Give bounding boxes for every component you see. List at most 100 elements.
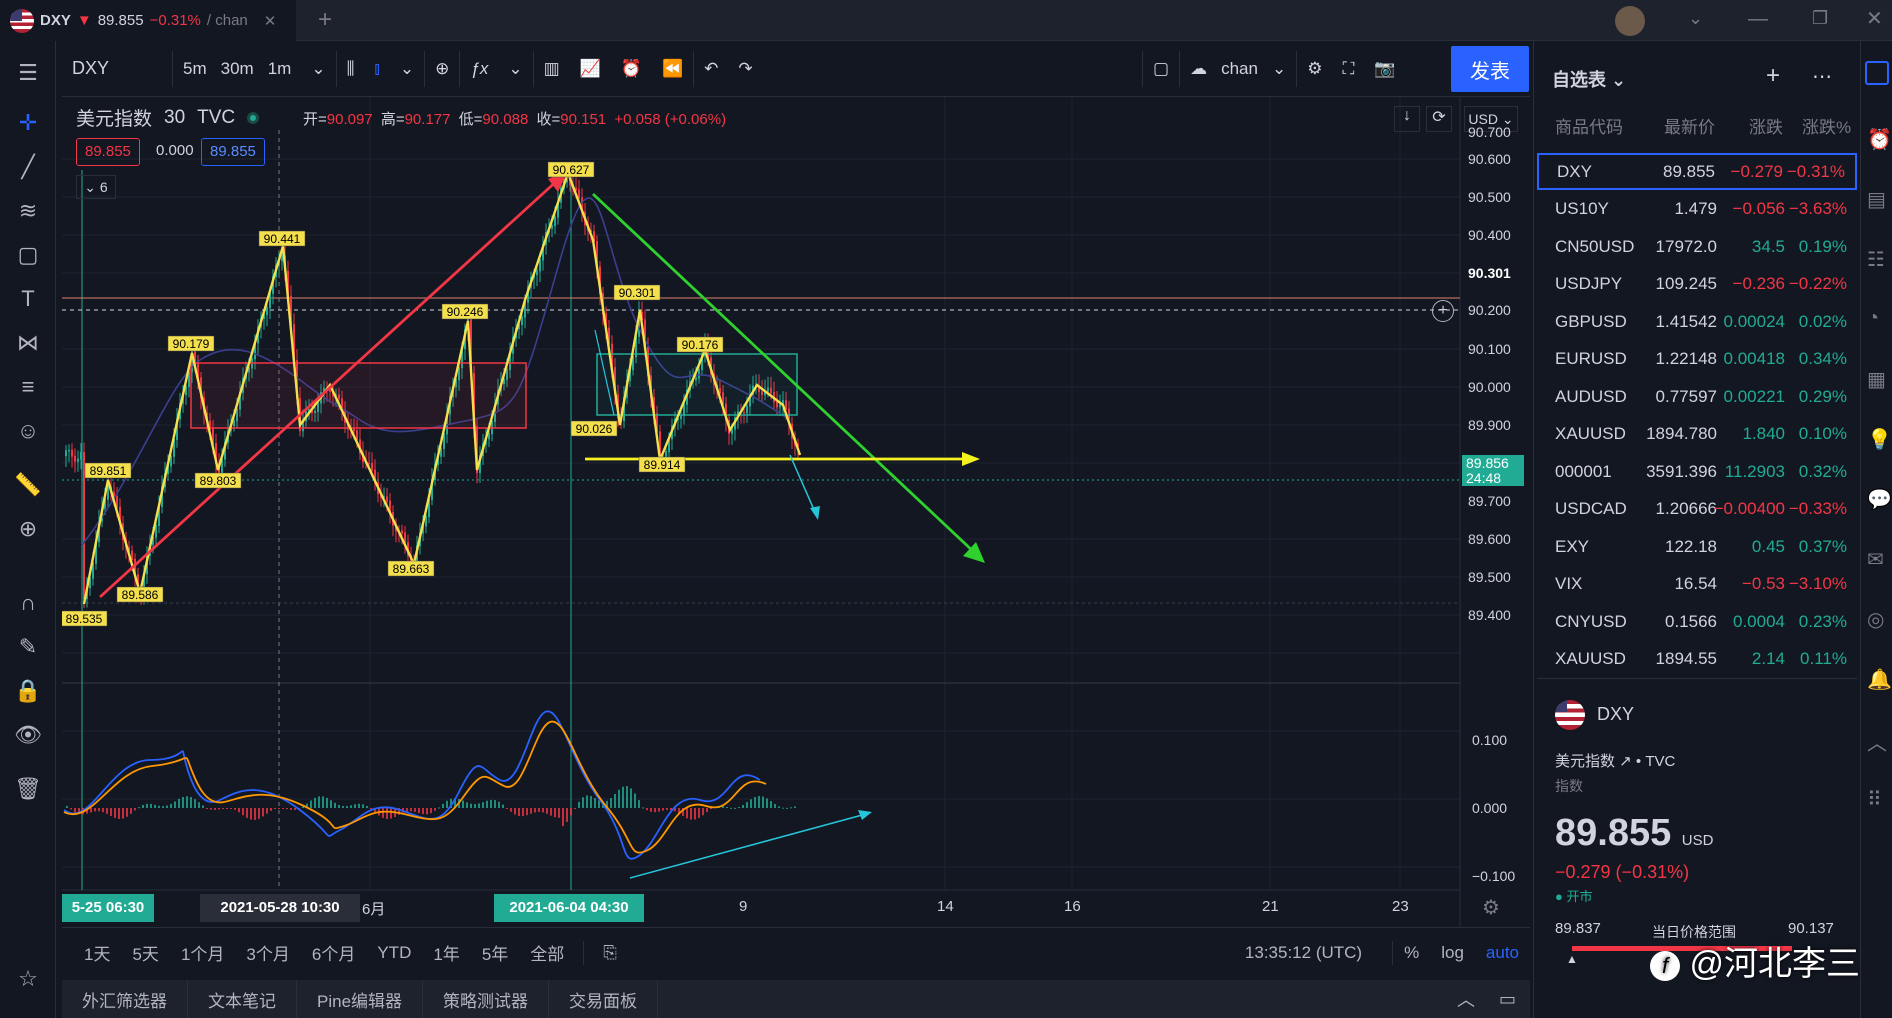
range-5y[interactable]: 5年 [471, 940, 519, 965]
sell-price[interactable]: 89.855 [76, 138, 140, 166]
chart-tab[interactable]: DXY ▼ 89.855 −0.31% / chan ✕ [0, 0, 296, 41]
watchlist-title[interactable]: 自选表 ⌄ [1552, 66, 1626, 92]
price-axis[interactable]: 90.700 90.600 90.500 90.400 90.301 90.200 90.1… [1462, 97, 1530, 927]
add-symbol-icon[interactable]: + [1766, 62, 1780, 90]
watchlist-row[interactable]: US10Y 1.479 −0.056 −3.63% [1537, 191, 1857, 228]
add-alert-icon[interactable]: + [1432, 300, 1454, 322]
alert-icon[interactable]: ⏰ [611, 41, 652, 97]
more-icon[interactable]: ⋯ [1812, 64, 1832, 89]
pattern-icon[interactable]: ⋈ [14, 329, 42, 357]
lightbulb-icon[interactable]: 💡 [1867, 427, 1892, 452]
refresh-icon[interactable]: ⟳ [1426, 106, 1452, 132]
indicators-icon[interactable]: ƒx [460, 41, 498, 97]
star-icon[interactable]: ☆ [14, 965, 42, 993]
hotlist-icon[interactable]: ☷ [1867, 247, 1885, 272]
settings-icon[interactable]: ⚙ [1297, 41, 1332, 97]
tab-strategy-tester[interactable]: 策略测试器 [423, 980, 550, 1018]
undo-icon[interactable]: ↶ [694, 41, 728, 97]
ideas-icon[interactable]: ▦ [1867, 367, 1886, 392]
minimize-icon[interactable]: — [1748, 8, 1768, 31]
collapse-icon[interactable]: ︿ [1867, 727, 1887, 756]
watchlist-row[interactable]: CNYUSD 0.1566 0.0004 0.23% [1537, 603, 1857, 640]
ruler-icon[interactable]: 📏 [14, 471, 42, 499]
range-6m[interactable]: 6个月 [301, 940, 366, 965]
magnet-icon[interactable]: ∩ [14, 589, 42, 617]
watchlist-row[interactable]: EXY 122.18 0.45 0.37% [1537, 528, 1857, 565]
tab-text-notes[interactable]: 文本笔记 [188, 980, 297, 1018]
emoji-icon[interactable]: ☺ [14, 417, 42, 445]
collapse-indicators[interactable]: ⌄ 6 [76, 175, 116, 199]
templates-icon[interactable]: 📈 [570, 41, 611, 97]
close-window-icon[interactable]: ✕ [1866, 6, 1883, 31]
watchlist-row[interactable]: AUDUSD 0.77597 0.00221 0.29% [1537, 378, 1857, 415]
watchlist-row[interactable]: DXY 89.855 −0.279 −0.31% [1537, 153, 1857, 190]
interval-5m[interactable]: 5m [173, 41, 217, 97]
download-icon[interactable]: ↓ [1394, 106, 1420, 132]
watchlist-row[interactable]: USDJPY 109.245 −0.236 −0.22% [1537, 266, 1857, 303]
chevron-down-icon[interactable]: ⌄ [1262, 41, 1296, 97]
crosshair-icon[interactable]: ✛ [14, 109, 42, 137]
restore-icon[interactable]: ❐ [1812, 8, 1828, 29]
watchlist-icon[interactable] [1865, 61, 1889, 85]
axis-settings-icon[interactable]: ⚙ [1482, 895, 1500, 920]
watchlist-row[interactable]: USDCAD 1.20666 −0.00400 −0.33% [1537, 491, 1857, 528]
snapshot-icon[interactable]: 📷 [1364, 41, 1405, 97]
calendar-icon[interactable]: ◔ [1867, 307, 1879, 330]
range-1m[interactable]: 1个月 [170, 940, 235, 965]
watchlist-row[interactable]: GBPUSD 1.41542 0.00024 0.02% [1537, 303, 1857, 340]
chevron-down-icon[interactable]: ⌄ [498, 41, 532, 97]
chevron-up-icon[interactable]: ︿ [1457, 986, 1499, 1012]
eye-icon[interactable]: 👁 [14, 721, 42, 749]
avatar[interactable] [1615, 6, 1645, 36]
trash-icon[interactable]: 🗑 [14, 775, 42, 803]
tab-trading-panel[interactable]: 交易面板 [549, 980, 659, 1018]
range-1d[interactable]: 1天 [62, 940, 121, 965]
chevron-down-icon[interactable]: ⌄ [1688, 8, 1703, 29]
redo-icon[interactable]: ↷ [728, 41, 762, 97]
text-icon[interactable]: T [14, 285, 42, 313]
goto-date-icon[interactable]: ⎘ [592, 943, 628, 963]
rectangle-icon[interactable]: ▢ [14, 241, 42, 269]
chat-icon[interactable]: 💬 [1867, 487, 1892, 512]
range-ytd[interactable]: YTD [366, 943, 422, 963]
tab-pine-editor[interactable]: Pine编辑器 [297, 980, 424, 1018]
range-5d[interactable]: 5天 [121, 940, 169, 965]
layout-icon[interactable]: ▢ [1143, 41, 1179, 97]
lock-icon[interactable]: 🔒 [14, 677, 42, 705]
data-window-icon[interactable]: ▤ [1867, 187, 1886, 212]
alerts-icon[interactable]: ⏰ [1867, 127, 1892, 152]
tab-forex-screener[interactable]: 外汇筛选器 [62, 980, 188, 1018]
prediction-icon[interactable]: ≡ [14, 373, 42, 401]
watchlist-row[interactable]: VIX 16.54 −0.53 −3.10% [1537, 566, 1857, 603]
pencil-lock-icon[interactable]: ✎ [14, 633, 42, 661]
interval-1m[interactable]: 1m [258, 41, 302, 97]
watchlist-row[interactable]: 000001 3591.396 11.2903 0.32% [1537, 453, 1857, 490]
watchlist-row[interactable]: XAUUSD 1894.55 2.14 0.11% [1537, 641, 1857, 678]
publish-button[interactable]: 发表 [1451, 46, 1529, 92]
grid-icon[interactable]: ⠿ [1867, 787, 1882, 812]
candle-style-icon[interactable]: ⫾ [364, 41, 389, 97]
bar-style-icon[interactable]: ⫼ [337, 41, 365, 97]
buy-price[interactable]: 89.855 [201, 138, 265, 166]
replay-icon[interactable]: ⏪ [652, 41, 693, 97]
auto-scale[interactable]: auto [1475, 943, 1530, 963]
symbol-search[interactable]: DXY [62, 41, 172, 97]
zoom-icon[interactable]: ⊕ [14, 515, 42, 543]
cloud-icon[interactable]: ☁ [1180, 41, 1217, 97]
price-chart[interactable]: 90.62790.44190.17990.24690.30190.17690.0… [62, 97, 1530, 927]
clock[interactable]: 13:35:12 (UTC) [1245, 943, 1392, 963]
chevron-down-icon[interactable]: ⌄ [390, 41, 424, 97]
fullscreen-icon[interactable]: ⛶ [1332, 41, 1364, 97]
messages-icon[interactable]: ✉ [1867, 547, 1884, 572]
trend-line-icon[interactable]: ╱ [14, 153, 42, 181]
watchlist-row[interactable]: CN50USD 17972.0 34.5 0.19% [1537, 228, 1857, 265]
close-tab-icon[interactable]: ✕ [264, 12, 277, 30]
range-3m[interactable]: 3个月 [235, 940, 300, 965]
layout-name[interactable]: chan [1217, 41, 1262, 97]
watchlist-row[interactable]: XAUUSD 1894.780 1.840 0.10% [1537, 416, 1857, 453]
percent-scale[interactable]: % [1393, 943, 1430, 963]
range-1y[interactable]: 1年 [422, 940, 470, 965]
financials-icon[interactable]: ▥ [534, 41, 570, 97]
log-scale[interactable]: log [1430, 943, 1475, 963]
interval-30m[interactable]: 30m [217, 41, 258, 97]
